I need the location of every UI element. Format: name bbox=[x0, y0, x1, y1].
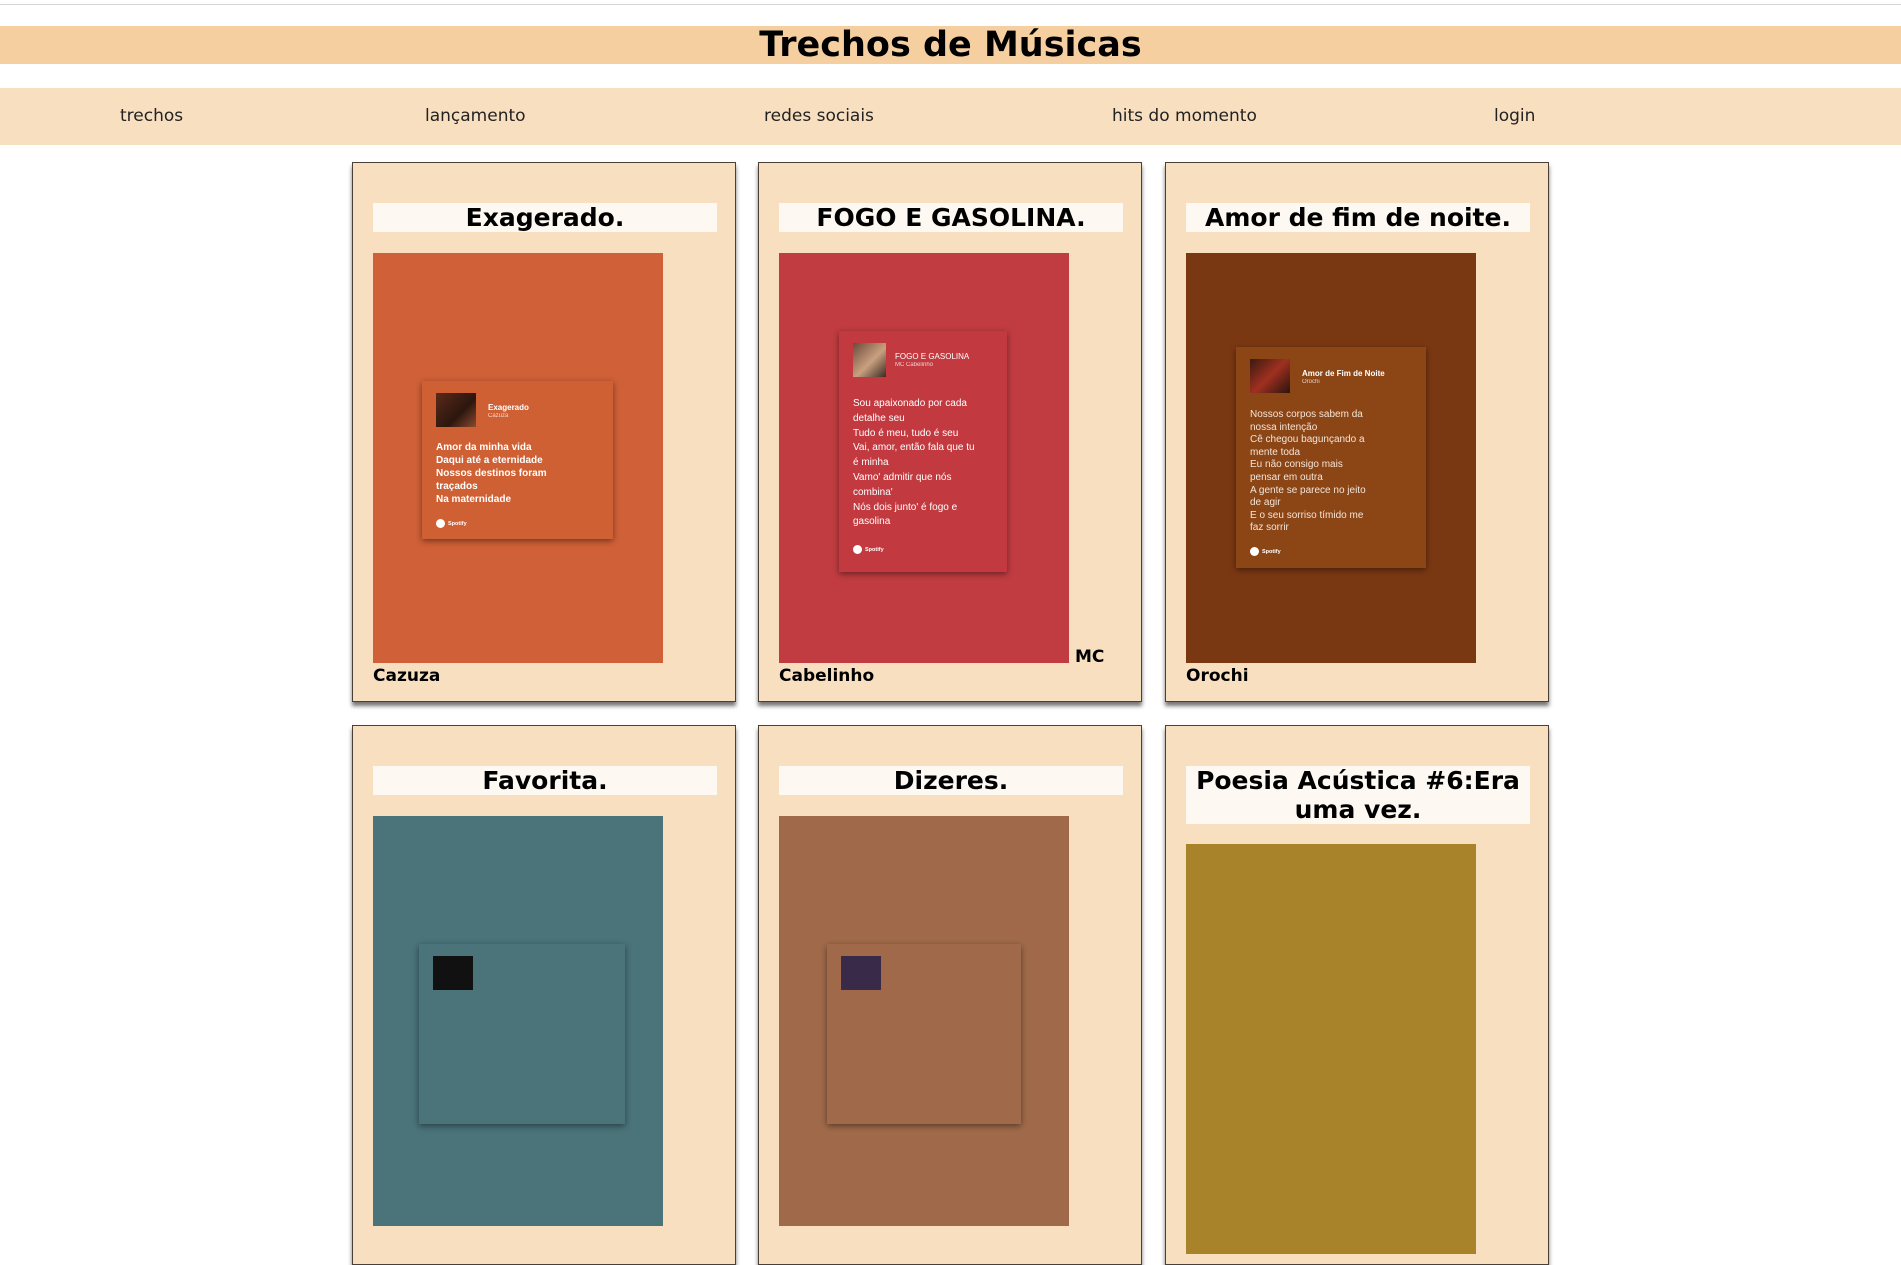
card-title: Favorita. bbox=[373, 766, 717, 795]
artist-name: Cazuza bbox=[373, 666, 441, 686]
artist-prefix: MC bbox=[1075, 647, 1105, 667]
song-card: Poesia Acústica #6:Era uma vez. bbox=[1165, 725, 1549, 1265]
lyric-line: faz sorrir bbox=[1250, 522, 1289, 534]
artist-name: Orochi bbox=[1186, 666, 1249, 686]
top-divider bbox=[0, 4, 1901, 5]
song-card: Favorita. bbox=[352, 725, 736, 1265]
card-title: Exagerado. bbox=[373, 203, 717, 232]
nav-item-hits-do-momento[interactable]: hits do momento bbox=[1112, 88, 1257, 145]
lyric-lines: Nossos corpos sabem da nossa intenção Cê… bbox=[1250, 409, 1414, 535]
lyric-card-artist: Cazuza bbox=[488, 413, 509, 419]
spotify-logo: Spotify bbox=[436, 519, 467, 528]
lyric-line: Vai, amor, então fala que tu bbox=[853, 442, 975, 454]
song-cover-image: FOGO E GASOLINA MC Cabelinho Sou apaixon… bbox=[779, 253, 1069, 663]
lyric-line: mente toda bbox=[1250, 446, 1301, 458]
nav-item-lancamento[interactable]: lançamento bbox=[425, 88, 526, 145]
lyric-lines: Sou apaixonado por cada detalhe seu Tudo… bbox=[853, 397, 995, 530]
song-card: Exagerado. Exagerado Cazuza Amor da minh… bbox=[352, 162, 736, 702]
lyric-line: pensar em outra bbox=[1250, 471, 1323, 483]
album-thumbnail bbox=[1250, 359, 1290, 393]
lyric-card-song: Amor de Fim de Noite bbox=[1302, 369, 1385, 378]
spotify-label: Spotify bbox=[1262, 548, 1281, 555]
lyric-line: de agir bbox=[1250, 497, 1281, 509]
album-thumbnail bbox=[853, 343, 886, 377]
spotify-label: Spotify bbox=[865, 546, 884, 553]
album-thumbnail bbox=[433, 956, 473, 990]
lyric-card-artist: Orochi bbox=[1302, 379, 1320, 385]
lyric-card-song: Exagerado bbox=[488, 403, 529, 412]
main-nav: trechos lançamento redes sociais hits do… bbox=[0, 88, 1901, 145]
lyric-line: Nossos destinos foram bbox=[436, 468, 547, 479]
lyric-share-card: Exagerado Cazuza Amor da minha vida Daqu… bbox=[422, 381, 613, 539]
lyric-line: traçados bbox=[436, 481, 478, 492]
spotify-logo: Spotify bbox=[853, 545, 884, 554]
artist-name: Cabelinho bbox=[779, 666, 875, 686]
lyric-line: Sou apaixonado por cada bbox=[853, 398, 967, 409]
page-title: Trechos de Músicas bbox=[759, 25, 1142, 65]
song-cover-image: Amor de Fim de Noite Orochi Nossos corpo… bbox=[1186, 253, 1476, 663]
card-title: Poesia Acústica #6:Era uma vez. bbox=[1186, 766, 1530, 824]
lyric-line: Amor da minha vida bbox=[436, 442, 532, 453]
lyric-line: gasolina bbox=[853, 516, 891, 528]
lyric-card-song: FOGO E GASOLINA bbox=[895, 352, 970, 361]
nav-item-trechos[interactable]: trechos bbox=[120, 88, 183, 145]
lyric-share-card: FOGO E GASOLINA MC Cabelinho Sou apaixon… bbox=[839, 331, 1007, 572]
song-cover-image bbox=[373, 816, 663, 1226]
song-cover-image: Exagerado Cazuza Amor da minha vida Daqu… bbox=[373, 253, 663, 663]
lyric-share-card: Amor de Fim de Noite Orochi Nossos corpo… bbox=[1236, 347, 1426, 568]
song-cover-image bbox=[779, 816, 1069, 1226]
nav-item-login[interactable]: login bbox=[1494, 88, 1535, 145]
lyric-card-artist: MC Cabelinho bbox=[895, 362, 934, 368]
lyric-share-card bbox=[827, 944, 1021, 1124]
lyric-line: E o seu sorriso tímido me bbox=[1250, 509, 1364, 521]
album-thumbnail bbox=[841, 956, 881, 990]
lyric-line: Eu não consigo mais bbox=[1250, 459, 1343, 471]
song-cover-image bbox=[1186, 844, 1476, 1254]
lyric-line: é minha bbox=[853, 457, 889, 469]
lyric-line: Na maternidade bbox=[436, 494, 512, 505]
lyric-line: Vamo' admitir que nós bbox=[853, 471, 952, 483]
spotify-icon bbox=[853, 545, 862, 554]
song-card: Dizeres. bbox=[758, 725, 1142, 1265]
card-title: Amor de fim de noite. bbox=[1186, 203, 1530, 232]
lyric-line: A gente se parece no jeito bbox=[1250, 484, 1366, 496]
song-card: Amor de fim de noite. Amor de Fim de Noi… bbox=[1165, 162, 1549, 702]
spotify-icon bbox=[436, 519, 445, 528]
lyric-line: Daqui até a eternidade bbox=[436, 455, 543, 466]
card-title: Dizeres. bbox=[779, 766, 1123, 795]
spotify-logo: Spotify bbox=[1250, 547, 1281, 556]
lyric-line: combina' bbox=[853, 486, 893, 498]
site-header: Trechos de Músicas bbox=[0, 25, 1901, 65]
lyric-lines: Amor da minha vida Daqui até a eternidad… bbox=[436, 441, 601, 506]
lyric-line: Cê chegou bagunçando a bbox=[1250, 434, 1365, 446]
lyric-line: detalhe seu bbox=[853, 412, 905, 424]
spotify-icon bbox=[1250, 547, 1259, 556]
album-thumbnail bbox=[436, 393, 476, 427]
lyric-line: Nós dois junto' é fogo e bbox=[853, 501, 958, 513]
lyric-line: Tudo é meu, tudo é seu bbox=[853, 427, 959, 439]
spotify-label: Spotify bbox=[448, 520, 467, 527]
lyric-line: nossa intenção bbox=[1250, 421, 1318, 433]
lyric-share-card bbox=[419, 944, 625, 1124]
lyric-line: Nossos corpos sabem da bbox=[1250, 409, 1363, 420]
nav-item-redes-sociais[interactable]: redes sociais bbox=[764, 88, 874, 145]
song-card: FOGO E GASOLINA. FOGO E GASOLINA MC Cabe… bbox=[758, 162, 1142, 702]
card-title: FOGO E GASOLINA. bbox=[779, 203, 1123, 232]
